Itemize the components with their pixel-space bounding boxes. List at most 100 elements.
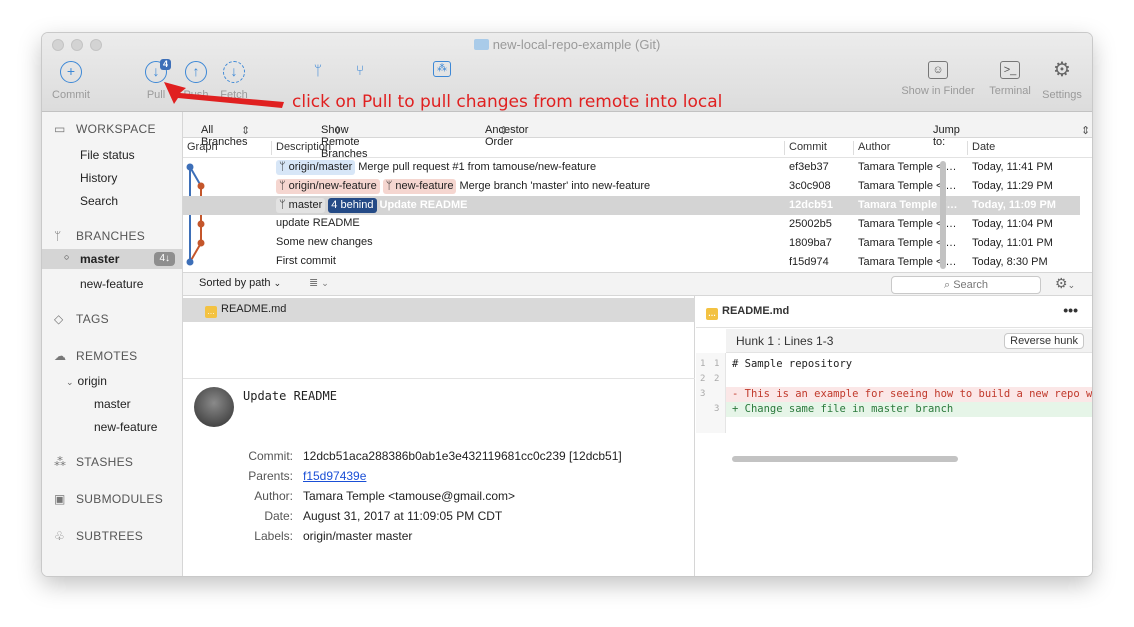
commit-description: update README: [276, 217, 781, 229]
commit-button[interactable]: + Commit: [50, 61, 92, 101]
sidebar-branches-header[interactable]: ᛘ BRANCHES: [54, 229, 145, 243]
behind-count-badge: 4↓: [154, 252, 175, 266]
commit-summary: First commit: [276, 255, 336, 267]
column-author[interactable]: Author: [858, 141, 890, 153]
commit-author: Tamara Temple <t…: [858, 218, 957, 230]
line-number-new: 3: [714, 404, 720, 414]
modified-file-icon: …: [205, 306, 217, 318]
file-list-pane: … README.md Update README Commit: 12dcb51…: [183, 296, 695, 576]
merge-icon: ⑂: [355, 62, 365, 78]
sidebar-remotes-header[interactable]: ☁ REMOTES: [54, 349, 137, 363]
parents-label: Parents:: [248, 469, 293, 483]
diff-line-add: + Change same file in master branch: [726, 402, 1092, 417]
merge-button[interactable]: ⑂: [348, 61, 372, 89]
updown-icon: ⇕: [333, 125, 343, 137]
workspace-label: WORKSPACE: [76, 122, 156, 136]
sidebar-item-search[interactable]: Search: [80, 194, 118, 208]
commit-hash-label: Commit:: [248, 449, 293, 463]
line-number-new: 1: [714, 359, 720, 369]
file-row-readme[interactable]: … README.md: [183, 298, 695, 322]
terminal-label: Terminal: [989, 85, 1031, 97]
sidebar-subtrees-header[interactable]: ♧ SUBTREES: [54, 529, 143, 543]
diff-pane: … README.md ••• Hunk 1 : Lines 1-3 Revers…: [696, 296, 1092, 576]
commit-description: ᛘ origin/new-feature ᛘ new-feature Merge b…: [276, 179, 781, 194]
sidebar-item-origin[interactable]: ⌄ origin: [66, 374, 107, 388]
hunk-title: Hunk 1 : Lines 1-3: [736, 334, 834, 348]
commit-description: First commit: [276, 255, 781, 267]
commit-label: Commit: [52, 89, 90, 101]
updown-icon: ⇕: [499, 125, 509, 137]
sidebar-item-master[interactable]: ○ master 4↓: [42, 249, 183, 269]
gear-icon: ⚙: [1055, 275, 1068, 291]
author-label: Author:: [254, 489, 293, 503]
sidebar-item-origin-master[interactable]: master: [94, 397, 131, 411]
arrow-shape: [164, 82, 284, 108]
commit-list: ᛘ origin/master Merge pull request #1 fro…: [183, 158, 1092, 272]
sort-dropdown[interactable]: Sorted by path ⌄: [199, 277, 281, 289]
column-date[interactable]: Date: [972, 141, 995, 153]
commit-summary: update README: [276, 217, 360, 229]
date-label: Date:: [264, 509, 293, 523]
annotation-arrow: [164, 82, 284, 108]
file-options-button[interactable]: ⚙⌄: [1055, 275, 1075, 292]
commit-author: Tamara Temple <t…: [858, 161, 957, 173]
sidebar-item-history[interactable]: History: [80, 171, 117, 185]
commit-date: Today, 11:41 PM: [972, 161, 1053, 173]
subtrees-label: SUBTREES: [76, 529, 144, 543]
sidebar-item-origin-new-feature[interactable]: new-feature: [94, 420, 157, 434]
line-number-new: 2: [714, 374, 720, 384]
column-description[interactable]: Description: [276, 141, 331, 153]
sidebar-submodules-header[interactable]: ▣ SUBMODULES: [54, 492, 163, 506]
file-search-input[interactable]: ⌕ Search: [891, 276, 1041, 294]
line-number-old: 3: [700, 389, 706, 399]
branch-label[interactable]: 4 behind: [328, 198, 377, 213]
commit-date: Today, 11:04 PM: [972, 218, 1053, 230]
commit-date: Today, 11:01 PM: [972, 237, 1053, 249]
sidebar-item-new-feature[interactable]: new-feature: [80, 277, 143, 291]
sidebar-tags-header[interactable]: ◇ TAGS: [54, 312, 109, 326]
stash-icon: ⁂: [433, 61, 451, 77]
diff-line-del: - This is an example for seeing how to b…: [726, 387, 1092, 402]
branch-button[interactable]: ᛘ: [306, 61, 330, 89]
stash-icon: ⁂: [54, 455, 67, 469]
sidebar-workspace-header[interactable]: ▭ WORKSPACE: [54, 122, 156, 136]
branch-icon: ᛘ: [313, 62, 323, 78]
plus-icon: +: [60, 61, 82, 83]
column-graph[interactable]: Graph: [187, 141, 218, 153]
show-in-finder-button[interactable]: ☺ Show in Finder: [897, 61, 979, 97]
sidebar-stashes-header[interactable]: ⁂ STASHES: [54, 455, 133, 469]
terminal-button[interactable]: >_ Terminal: [985, 61, 1035, 97]
commit-list-scrollbar[interactable]: [940, 161, 946, 269]
diff-file-name: README.md: [722, 305, 790, 317]
diff-line-ctx: # Sample repository: [732, 358, 853, 370]
list-view-button[interactable]: ≣ ⌄: [309, 276, 329, 289]
sidebar-item-file-status[interactable]: File status: [80, 148, 135, 162]
branch-label[interactable]: ᛘ new-feature: [382, 179, 457, 194]
commit-details: Update README Commit: 12dcb51aca288386b0…: [183, 378, 695, 576]
more-options-icon[interactable]: •••: [1063, 302, 1078, 318]
settings-label: Settings: [1042, 89, 1082, 101]
annotation-callout: click on Pull to pull changes from remot…: [292, 92, 723, 112]
settings-button[interactable]: ⚙ Settings: [1038, 60, 1086, 101]
commit-description: Some new changes: [276, 236, 781, 248]
search-icon: ⌕: [943, 279, 951, 291]
column-divider: [967, 141, 968, 155]
line-number-old: 2: [700, 374, 706, 384]
branch-label[interactable]: ᛘ origin/master: [276, 160, 356, 175]
folder-icon: [473, 39, 489, 50]
window-title-text: new-local-repo-example (Git): [492, 37, 661, 52]
commit-description: ᛘ origin/master Merge pull request #1 fro…: [276, 160, 781, 175]
stash-button[interactable]: ⁂: [430, 61, 454, 83]
reverse-hunk-button[interactable]: Reverse hunk: [1004, 333, 1084, 349]
updown-icon: ⇕: [1081, 125, 1091, 137]
branches-label: BRANCHES: [76, 229, 146, 243]
chevron-down-icon: ⌄: [321, 278, 329, 288]
diff-horizontal-scrollbar[interactable]: [732, 456, 958, 462]
branch-label[interactable]: ᛘ origin/new-feature: [276, 179, 380, 194]
parent-commit-link[interactable]: f15d97439e: [303, 469, 366, 483]
updown-icon: ⇕: [241, 125, 251, 137]
column-commit[interactable]: Commit: [789, 141, 827, 153]
origin-label: origin: [77, 374, 107, 388]
branch-label[interactable]: ᛘ master: [276, 198, 326, 213]
submodule-icon: ▣: [54, 492, 66, 506]
